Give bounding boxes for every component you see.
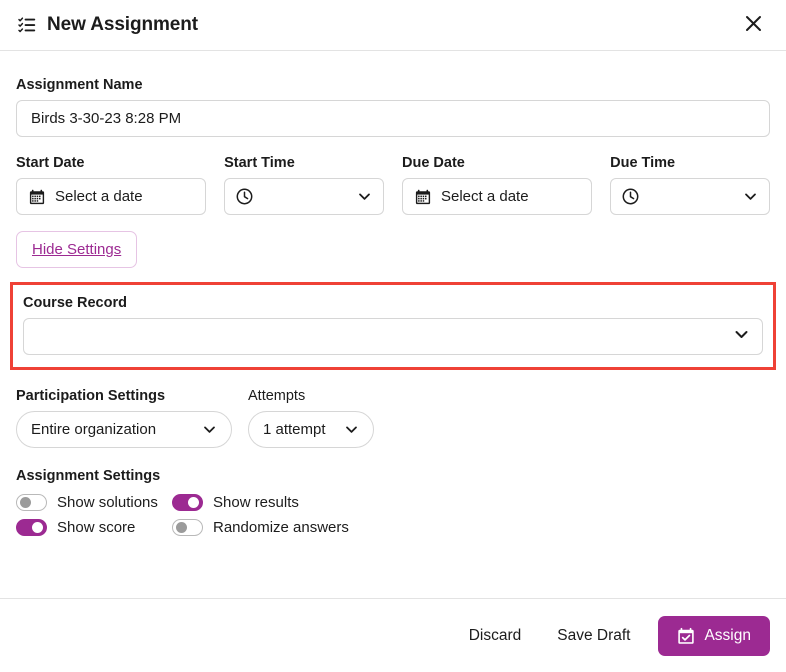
start-time-group: Start Time — [224, 155, 384, 215]
participation-row: Participation Settings Entire organizati… — [16, 388, 770, 448]
toggle-knob — [176, 522, 187, 533]
discard-button[interactable]: Discard — [455, 617, 536, 655]
clock-icon — [622, 188, 639, 205]
toggle-show-solutions[interactable]: Show solutions — [16, 494, 172, 511]
hide-settings-wrapper: Hide Settings — [16, 231, 138, 268]
toggle-show-score[interactable]: Show score — [16, 519, 172, 536]
toggle-knob — [188, 497, 199, 508]
hide-settings-button[interactable]: Hide Settings — [16, 231, 138, 268]
assignment-name-section: Assignment Name — [16, 77, 770, 137]
due-date-group: Due Date Select a date — [402, 155, 593, 215]
due-time-group: Due Time — [610, 155, 770, 215]
assignment-name-label: Assignment Name — [16, 77, 143, 93]
calendar-icon — [414, 188, 431, 205]
toggle-grid: Show solutions Show results Show score R… — [16, 494, 770, 536]
start-date-value: Select a date — [55, 188, 143, 205]
toggle-label: Show results — [213, 494, 299, 511]
save-draft-button[interactable]: Save Draft — [543, 617, 644, 655]
participation-group: Participation Settings Entire organizati… — [16, 388, 232, 448]
assignment-settings-label: Assignment Settings — [16, 468, 161, 484]
new-assignment-dialog: New Assignment Assignment Name Start Dat… — [0, 0, 786, 672]
toggle-switch[interactable] — [172, 519, 203, 536]
chevron-down-icon — [357, 189, 372, 204]
start-date-picker[interactable]: Select a date — [16, 178, 207, 215]
dialog-header: New Assignment — [0, 0, 786, 51]
chevron-down-icon — [344, 422, 359, 437]
checklist-icon — [16, 14, 38, 36]
participation-value: Entire organization — [31, 421, 157, 438]
chevron-down-icon — [202, 422, 217, 437]
course-record-label: Course Record — [23, 295, 127, 311]
hide-settings-label: Hide Settings — [32, 241, 122, 258]
participation-select[interactable]: Entire organization — [16, 411, 232, 448]
page-title: New Assignment — [47, 14, 198, 35]
calendar-check-icon — [677, 627, 695, 645]
participation-label: Participation Settings — [16, 388, 166, 404]
toggle-label: Randomize answers — [213, 519, 349, 536]
dialog-footer: Discard Save Draft Assign — [0, 598, 786, 672]
due-time-label: Due Time — [610, 155, 676, 171]
calendar-icon — [28, 188, 45, 205]
attempts-label: Attempts — [248, 388, 306, 404]
toggle-knob — [20, 497, 31, 508]
assignment-name-input[interactable] — [16, 100, 770, 137]
start-date-label: Start Date — [16, 155, 85, 171]
clock-icon — [236, 188, 253, 205]
close-icon — [745, 15, 762, 35]
attempts-value: 1 attempt — [263, 421, 326, 438]
dialog-body: Assignment Name Start Date — [0, 51, 786, 598]
toggle-label: Show score — [57, 519, 136, 536]
close-button[interactable] — [736, 8, 770, 42]
toggle-label: Show solutions — [57, 494, 158, 511]
assign-button-label: Assign — [704, 626, 751, 644]
due-time-picker[interactable] — [610, 178, 770, 215]
toggle-show-results[interactable]: Show results — [172, 494, 770, 511]
toggle-switch[interactable] — [16, 494, 47, 511]
course-record-highlight: Course Record — [10, 282, 776, 370]
toggle-switch[interactable] — [172, 494, 203, 511]
assign-button[interactable]: Assign — [658, 615, 770, 656]
attempts-group: Attempts 1 attempt — [248, 388, 374, 448]
chevron-down-icon — [743, 189, 758, 204]
due-date-label: Due Date — [402, 155, 465, 171]
toggle-switch[interactable] — [16, 519, 47, 536]
course-record-select[interactable] — [23, 318, 763, 355]
toggle-knob — [32, 522, 43, 533]
start-time-label: Start Time — [224, 155, 295, 171]
due-date-value: Select a date — [441, 188, 529, 205]
date-time-row: Start Date Select a date Start Time Due … — [16, 155, 770, 215]
due-date-picker[interactable]: Select a date — [402, 178, 593, 215]
assignment-settings-section: Assignment Settings Show solutions Show … — [16, 468, 770, 536]
attempts-select[interactable]: 1 attempt — [248, 411, 374, 448]
start-time-picker[interactable] — [224, 178, 384, 215]
chevron-down-icon — [733, 326, 750, 347]
start-date-group: Start Date Select a date — [16, 155, 207, 215]
toggle-randomize-answers[interactable]: Randomize answers — [172, 519, 770, 536]
